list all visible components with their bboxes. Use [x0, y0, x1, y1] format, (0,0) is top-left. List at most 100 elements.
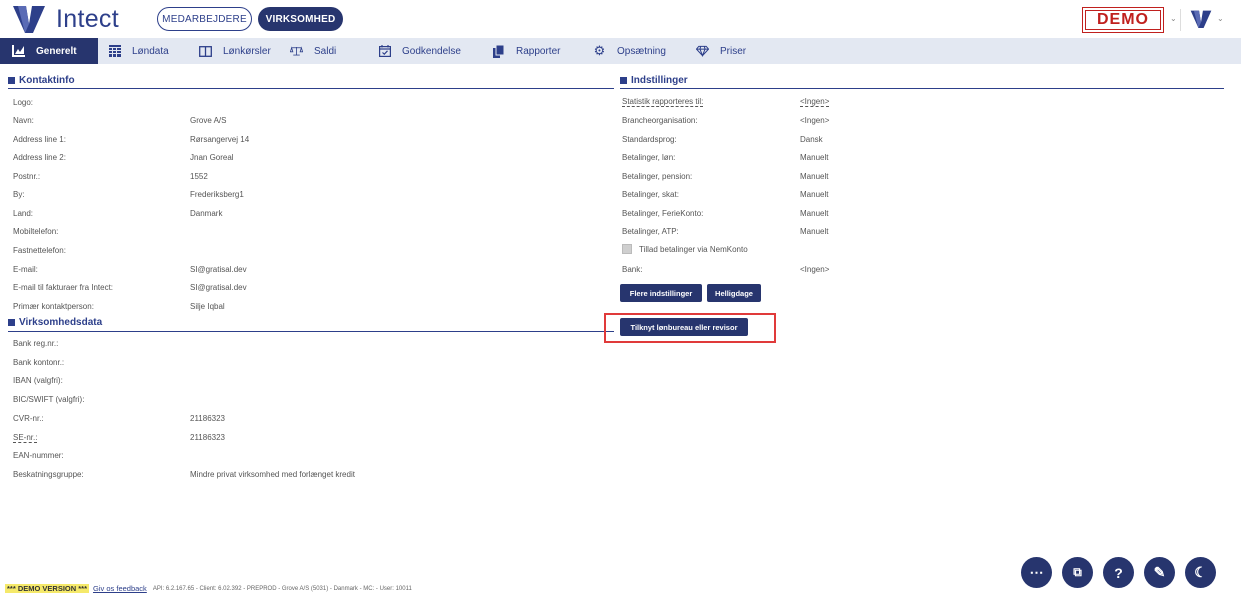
- name-label: Navn:: [13, 116, 34, 125]
- payment-feriekonto-value: Manuelt: [800, 209, 829, 218]
- payment-tax-label: Betalinger, skat:: [622, 190, 679, 199]
- nav-label: Rapporter: [516, 45, 561, 57]
- help-button[interactable]: ?: [1103, 557, 1134, 588]
- calendar-check-icon: [378, 45, 391, 58]
- footer: *** DEMO VERSION *** Giv os feedback API…: [5, 584, 412, 593]
- demo-badge[interactable]: DEMO: [1082, 7, 1164, 33]
- payment-feriekonto-label: Betalinger, FerieKonto:: [622, 209, 704, 218]
- company-divider: [8, 331, 614, 332]
- square-bullet-icon: [620, 77, 627, 84]
- app-logo[interactable]: Intect: [12, 4, 119, 34]
- city-label: By:: [13, 190, 25, 199]
- payment-atp-label: Betalinger, ATP:: [622, 227, 679, 236]
- nav-label: Opsætning: [617, 45, 666, 57]
- iban-label: IBAN (valgfri):: [13, 376, 63, 385]
- country-value: Danmark: [190, 209, 223, 218]
- dark-mode-icon: ☾: [1194, 564, 1207, 580]
- demo-version-badge: *** DEMO VERSION ***: [5, 584, 90, 593]
- nav-label: Løndata: [132, 45, 169, 57]
- nav-opsaetning[interactable]: ⚙ Opsætning: [593, 38, 666, 64]
- book-icon: [199, 45, 212, 58]
- nav-lonkorsler[interactable]: Lønkørsler: [199, 38, 271, 64]
- chart-icon: [12, 45, 25, 58]
- nav-label: Lønkørsler: [223, 45, 271, 57]
- intect-logo-icon: [13, 6, 45, 33]
- postal-label: Postnr.:: [13, 172, 41, 181]
- landline-label: Fastnettelefon:: [13, 246, 66, 255]
- nav-priser[interactable]: Priser: [696, 38, 746, 64]
- tax-group-value: Mindre privat virksomhed med forlænget k…: [190, 470, 355, 479]
- nav-londata[interactable]: Løndata: [108, 38, 169, 64]
- bank-account-label: Bank kontonr.:: [13, 358, 65, 367]
- chevron-down-icon[interactable]: ⌄: [1217, 14, 1224, 23]
- language-value: Dansk: [800, 135, 823, 144]
- payment-atp-value: Manuelt: [800, 227, 829, 236]
- square-bullet-icon: [8, 319, 15, 326]
- nav-godkendelse[interactable]: Godkendelse: [378, 38, 461, 64]
- nav-label: Generelt: [36, 45, 77, 57]
- more-icon: ⋯: [1029, 564, 1044, 580]
- se-label[interactable]: SE-nr.:: [13, 433, 38, 443]
- city-value: Frederiksberg1: [190, 190, 244, 199]
- address1-value: Rørsangervej 14: [190, 135, 250, 144]
- dark-mode-button[interactable]: ☾: [1185, 557, 1216, 588]
- divider: [1180, 9, 1181, 31]
- bic-label: BIC/SWIFT (valgfri):: [13, 395, 85, 404]
- address1-label: Address line 1:: [13, 135, 66, 144]
- bank-value: <Ingen>: [800, 265, 830, 274]
- company-section-title: Virksomhedsdata: [8, 317, 102, 328]
- address2-value: Jnan Goreal: [190, 153, 234, 162]
- industry-org-value: <Ingen>: [800, 116, 830, 125]
- feedback-link[interactable]: Giv os feedback: [93, 584, 147, 593]
- more-button[interactable]: ⋯: [1021, 557, 1052, 588]
- more-settings-button[interactable]: Flere indstillinger: [620, 284, 702, 302]
- copy-button[interactable]: ⧉: [1062, 557, 1093, 588]
- demo-badge-label: DEMO: [1085, 10, 1161, 30]
- contact-divider: [8, 88, 614, 89]
- statistics-label[interactable]: Statistik rapporteres til:: [622, 97, 704, 107]
- holidays-button[interactable]: Helligdage: [707, 284, 761, 302]
- scale-icon: [290, 45, 303, 58]
- tab-employees[interactable]: MEDARBEJDERE: [157, 7, 252, 31]
- company-title-text: Virksomhedsdata: [19, 317, 103, 328]
- user-menu[interactable]: [1190, 8, 1212, 35]
- link-payroll-bureau-button[interactable]: Tilknyt lønbureau eller revisor: [620, 318, 748, 336]
- nav-label: Godkendelse: [402, 45, 461, 57]
- payment-salary-value: Manuelt: [800, 153, 829, 162]
- language-label: Standardsprog:: [622, 135, 677, 144]
- contact-title-text: Kontaktinfo: [19, 75, 75, 86]
- industry-org-label: Brancheorganisation:: [622, 116, 698, 125]
- version-info: API: 6.2.167.65 - Client: 6.02.392 - PRE…: [152, 585, 412, 592]
- settings-title-text: Indstillinger: [631, 75, 688, 86]
- square-bullet-icon: [8, 77, 15, 84]
- edit-button[interactable]: ✎: [1144, 557, 1175, 588]
- nav-rapporter[interactable]: Rapporter: [492, 38, 560, 64]
- se-value: 21186323: [190, 433, 225, 442]
- nav-generelt[interactable]: Generelt: [0, 38, 98, 64]
- bank-reg-label: Bank reg.nr.:: [13, 339, 59, 348]
- top-bar: Intect MEDARBEJDERE VIRKSOMHED DEMO ⌄ ⌄: [0, 0, 1241, 38]
- payment-tax-value: Manuelt: [800, 190, 829, 199]
- mobile-label: Mobiltelefon:: [13, 227, 59, 236]
- nav-saldi[interactable]: Saldi: [290, 38, 336, 64]
- country-label: Land:: [13, 209, 34, 218]
- contact-person-label: Primær kontaktperson:: [13, 302, 94, 311]
- copy-icon: [492, 44, 505, 58]
- statistics-value[interactable]: <Ingen>: [800, 97, 830, 107]
- email-value: SI@gratisal.dev: [190, 265, 247, 274]
- settings-section-title: Indstillinger: [620, 75, 688, 86]
- contact-person-value: Silje Iqbal: [190, 302, 225, 311]
- nemkonto-label: Tillad betalinger via NemKonto: [639, 245, 748, 254]
- cvr-value: 21186323: [190, 414, 225, 423]
- edit-icon: ✎: [1153, 564, 1166, 580]
- invoice-email-label: E-mail til fakturaer fra Intect:: [13, 283, 114, 292]
- invoice-email-value: SI@gratisal.dev: [190, 283, 247, 292]
- cvr-label: CVR-nr.:: [13, 414, 44, 423]
- nemkonto-checkbox[interactable]: [622, 244, 632, 254]
- tab-company[interactable]: VIRKSOMHED: [258, 7, 343, 31]
- copy-icon: ⧉: [1073, 565, 1082, 579]
- diamond-icon: [696, 45, 709, 58]
- payment-salary-label: Betalinger, løn:: [622, 153, 676, 162]
- contact-section-title: Kontaktinfo: [8, 75, 75, 86]
- chevron-down-icon[interactable]: ⌄: [1170, 14, 1177, 23]
